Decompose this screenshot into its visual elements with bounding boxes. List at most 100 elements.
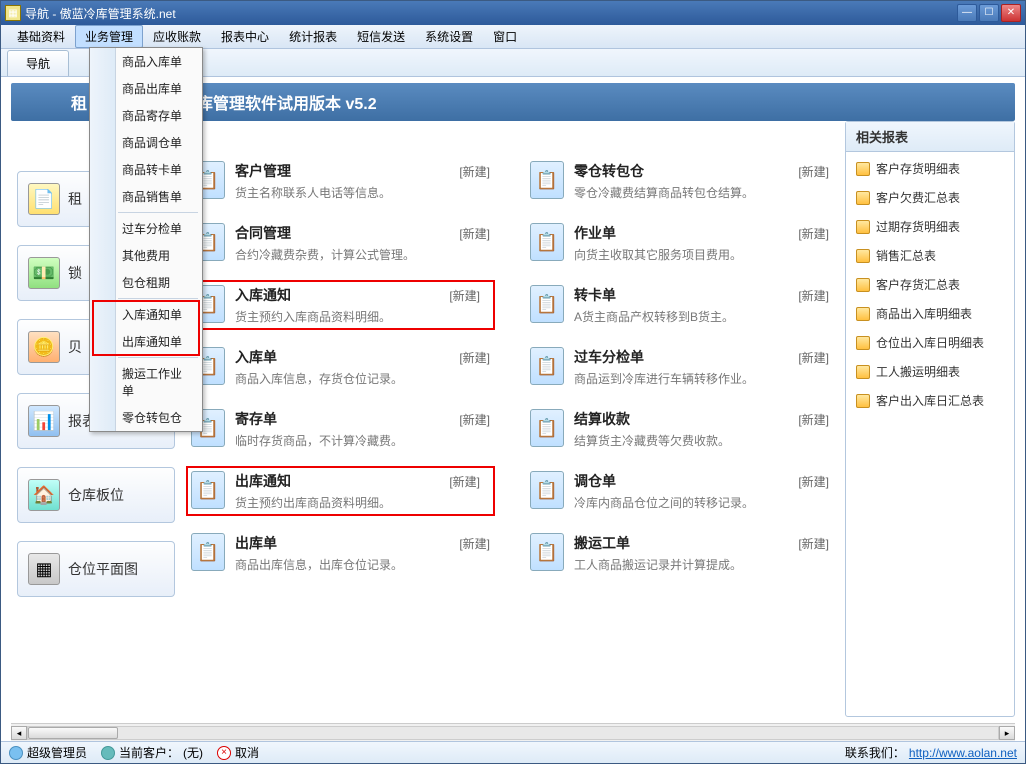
module-desc: 工人商品搬运记录并计算提成。 — [574, 556, 788, 573]
module-new-link[interactable]: [新建] — [798, 225, 829, 242]
report-link-7[interactable]: 工人搬运明细表 — [852, 361, 1008, 382]
report-label: 仓位出入库日明细表 — [876, 334, 984, 351]
menu-basic-data[interactable]: 基础资料 — [7, 25, 75, 48]
module-text: 寄存单临时存货商品，不计算冷藏费。 — [235, 409, 449, 449]
report-link-1[interactable]: 客户欠费汇总表 — [852, 187, 1008, 208]
report-label: 商品出入库明细表 — [876, 305, 972, 322]
sidebar-btn-5[interactable]: ▦仓位平面图 — [17, 541, 175, 597]
report-link-3[interactable]: 销售汇总表 — [852, 245, 1008, 266]
menu-settings[interactable]: 系统设置 — [415, 25, 483, 48]
maximize-button[interactable]: ☐ — [979, 4, 999, 22]
module-new-link[interactable]: [新建] — [459, 535, 490, 552]
report-link-5[interactable]: 商品出入库明细表 — [852, 303, 1008, 324]
status-cust-value: (无) — [183, 744, 203, 761]
minimize-button[interactable]: — — [957, 4, 977, 22]
statusbar: 超级管理员 当前客户： (无) × 取消 联系我们： http://www.ao… — [1, 741, 1025, 763]
menu-out-notice[interactable]: 出库通知单 — [90, 328, 202, 355]
module-new-link[interactable]: [新建] — [798, 349, 829, 366]
menu-in-notice[interactable]: 入库通知单 — [90, 301, 202, 328]
horizontal-scrollbar[interactable]: ◂ ▸ — [11, 723, 1015, 741]
module-title[interactable]: 作业单 — [574, 223, 788, 243]
menu-goods-sale[interactable]: 商品销售单 — [90, 183, 202, 210]
money-icon: 💵 — [28, 257, 60, 289]
report-link-2[interactable]: 过期存货明细表 — [852, 216, 1008, 237]
scroll-left-button[interactable]: ◂ — [11, 726, 27, 740]
module-title[interactable]: 调仓单 — [574, 471, 788, 491]
module-new-link[interactable]: [新建] — [798, 163, 829, 180]
menu-vehicle-check[interactable]: 过车分检单 — [90, 215, 202, 242]
module-title[interactable]: 搬运工单 — [574, 533, 788, 553]
status-user-label: 超级管理员 — [27, 744, 87, 761]
module-title[interactable]: 客户管理 — [235, 161, 449, 181]
scroll-right-button[interactable]: ▸ — [999, 726, 1015, 740]
module-new-link[interactable]: [新建] — [798, 535, 829, 552]
module-text: 入库单商品入库信息，存货仓位记录。 — [235, 347, 449, 387]
module-title[interactable]: 入库单 — [235, 347, 449, 367]
menu-report-center[interactable]: 报表中心 — [211, 25, 279, 48]
module-2: 📋合同管理合约冷藏费杂费，计算公式管理。[新建] — [191, 223, 490, 263]
module-new-link[interactable]: [新建] — [459, 163, 490, 180]
module-text: 转卡单A货主商品产权转移到B货主。 — [574, 285, 788, 325]
report-icon — [856, 307, 870, 321]
module-title[interactable]: 出库单 — [235, 533, 449, 553]
report-link-0[interactable]: 客户存货明细表 — [852, 158, 1008, 179]
report-link-6[interactable]: 仓位出入库日明细表 — [852, 332, 1008, 353]
module-text: 合同管理合约冷藏费杂费，计算公式管理。 — [235, 223, 449, 263]
status-cancel[interactable]: × 取消 — [217, 744, 259, 761]
module-text: 结算收款结算货主冷藏费等欠费收款。 — [574, 409, 788, 449]
menu-receivables[interactable]: 应收账款 — [143, 25, 211, 48]
menu-business[interactable]: 业务管理 — [75, 25, 143, 48]
module-new-link[interactable]: [新建] — [459, 349, 490, 366]
close-button[interactable]: ✕ — [1001, 4, 1021, 22]
menu-porter-job[interactable]: 搬运工作业单 — [90, 360, 202, 404]
status-cancel-label: 取消 — [235, 744, 259, 761]
module-title[interactable]: 转卡单 — [574, 285, 788, 305]
module-title[interactable]: 结算收款 — [574, 409, 788, 429]
module-icon: 📋 — [530, 223, 564, 261]
contact-link[interactable]: http://www.aolan.net — [909, 746, 1017, 760]
tab-navigation[interactable]: 导航 — [7, 50, 69, 76]
report-icon: 📊 — [28, 405, 60, 437]
report-link-8[interactable]: 客户出入库日汇总表 — [852, 390, 1008, 411]
menu-goods-card[interactable]: 商品转卡单 — [90, 156, 202, 183]
module-new-link[interactable]: [新建] — [798, 287, 829, 304]
module-new-link[interactable]: [新建] — [798, 411, 829, 428]
menu-goods-out[interactable]: 商品出库单 — [90, 75, 202, 102]
menu-sms[interactable]: 短信发送 — [347, 25, 415, 48]
menu-goods-transfer[interactable]: 商品调仓单 — [90, 129, 202, 156]
module-title[interactable]: 出库通知 — [235, 471, 439, 491]
module-grid: 📋客户管理货主名称联系人电话等信息。[新建]📋零仓转包仓零仓冷藏费结算商品转包仓… — [181, 121, 839, 717]
module-text: 作业单向货主收取其它服务项目费用。 — [574, 223, 788, 263]
module-icon: 📋 — [530, 347, 564, 385]
sidebar-btn-4[interactable]: 🏠仓库板位 — [17, 467, 175, 523]
module-new-link[interactable]: [新建] — [459, 225, 490, 242]
module-title[interactable]: 寄存单 — [235, 409, 449, 429]
menu-goods-deposit[interactable]: 商品寄存单 — [90, 102, 202, 129]
scroll-track[interactable] — [27, 726, 999, 740]
menu-stat-report[interactable]: 统计报表 — [279, 25, 347, 48]
module-title[interactable]: 零仓转包仓 — [574, 161, 788, 181]
module-icon: 📋 — [191, 533, 225, 571]
module-title[interactable]: 合同管理 — [235, 223, 449, 243]
module-new-link[interactable]: [新建] — [459, 411, 490, 428]
module-new-link[interactable]: [新建] — [798, 473, 829, 490]
menu-other-fee[interactable]: 其他费用 — [90, 242, 202, 269]
menubar: 基础资料 业务管理 应收账款 报表中心 统计报表 短信发送 系统设置 窗口 — [1, 25, 1025, 49]
module-desc: 临时存货商品，不计算冷藏费。 — [235, 432, 449, 449]
scroll-thumb[interactable] — [28, 727, 118, 739]
menu-goods-in[interactable]: 商品入库单 — [90, 48, 202, 75]
app-window: ▦ 导航 - 傲蓝冷库管理系统.net — ☐ ✕ 基础资料 业务管理 应收账款… — [0, 0, 1026, 764]
module-new-link[interactable]: [新建] — [449, 473, 480, 490]
report-icon — [856, 191, 870, 205]
status-contact: 联系我们： http://www.aolan.net — [845, 744, 1017, 761]
status-customer: 当前客户： (无) — [101, 744, 203, 761]
module-title[interactable]: 过车分检单 — [574, 347, 788, 367]
menu-lease-period[interactable]: 包仓租期 — [90, 269, 202, 296]
module-new-link[interactable]: [新建] — [449, 287, 480, 304]
report-icon — [856, 278, 870, 292]
report-link-4[interactable]: 客户存货汇总表 — [852, 274, 1008, 295]
menu-window[interactable]: 窗口 — [483, 25, 527, 48]
menu-zero-to-pack[interactable]: 零仓转包仓 — [90, 404, 202, 431]
sidebar-label-2: 贝 — [68, 337, 82, 357]
module-title[interactable]: 入库通知 — [235, 285, 439, 305]
